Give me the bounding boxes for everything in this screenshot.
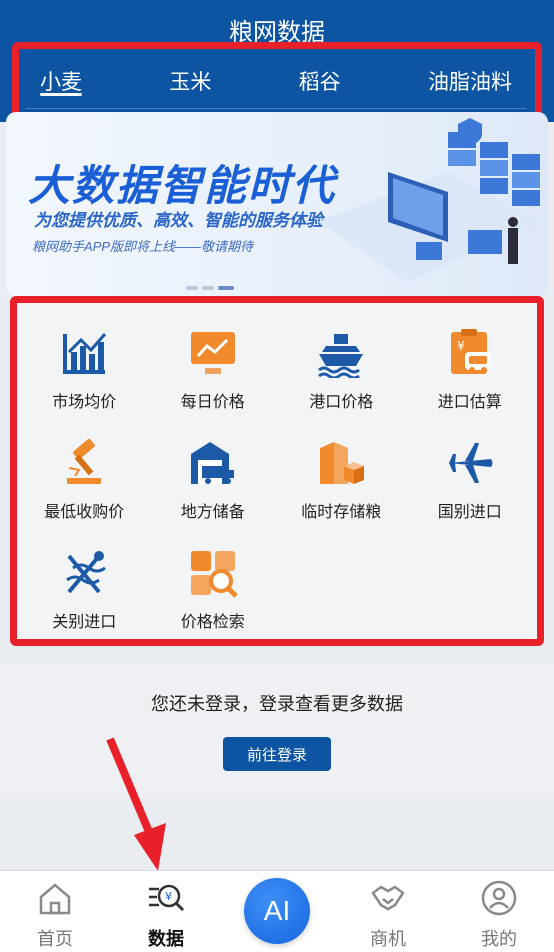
- menu-market-average-price[interactable]: 市场均价: [20, 316, 149, 426]
- banner-dot-active[interactable]: [218, 286, 234, 290]
- menu-import-estimate[interactable]: ¥ 进口估算: [406, 316, 535, 426]
- storage-box-icon: [320, 442, 365, 484]
- airplane-icon: [448, 443, 493, 483]
- login-prompt-text: 您还未登录，登录查看更多数据: [151, 694, 403, 714]
- go-login-button[interactable]: 前往登录: [223, 737, 331, 771]
- menu-label: 每日价格: [180, 394, 245, 411]
- login-prompt-area: [0, 664, 554, 798]
- menu-import-by-country[interactable]: 国别进口: [406, 426, 535, 536]
- tab-corn[interactable]: 玉米: [169, 54, 211, 110]
- menu-price-search[interactable]: 价格检索: [149, 536, 278, 646]
- banner-pagination[interactable]: [186, 286, 234, 290]
- tab-wheat[interactable]: 小麦: [40, 54, 82, 110]
- svg-text:¥: ¥: [457, 339, 465, 353]
- menu-label: 价格检索: [180, 614, 245, 631]
- banner-headline: 大数据智能时代: [28, 162, 337, 209]
- promo-banner[interactable]: 大数据智能时代 为您提供优质、高效、智能的服务体验 粮网助手APP版即将上线——…: [6, 112, 548, 296]
- ai-assistant-button[interactable]: AI: [244, 878, 310, 944]
- menu-temporary-storage-grain[interactable]: 临时存储粮: [277, 426, 406, 536]
- nav-label: 我的: [481, 929, 517, 949]
- nav-label: 商机: [370, 929, 406, 949]
- menu-label: 国别进口: [437, 504, 502, 521]
- nav-data[interactable]: ¥ 数据: [111, 871, 221, 952]
- nav-home[interactable]: 首页: [0, 871, 110, 952]
- tab-oilseeds[interactable]: 油脂油料: [428, 54, 512, 110]
- menu-import-by-customs[interactable]: 关别进口: [20, 536, 149, 646]
- menu-label: 临时存储粮: [301, 504, 382, 521]
- tabs-divider: [26, 108, 526, 109]
- nav-profile[interactable]: 我的: [444, 871, 554, 952]
- nav-label: 数据: [148, 929, 184, 949]
- user-icon: [481, 880, 517, 916]
- menu-port-price[interactable]: 港口价格: [277, 316, 406, 426]
- handshake-icon: [371, 885, 405, 911]
- menu-label: 最低收购价: [44, 504, 125, 521]
- search-grid-icon: [190, 551, 238, 598]
- menu-label: 港口价格: [309, 394, 374, 411]
- calculator-icon: ¥: [450, 329, 491, 374]
- ai-icon: AI: [263, 895, 291, 926]
- bar-chart-icon: [63, 333, 107, 374]
- home-icon: [39, 883, 71, 915]
- warehouse-truck-icon: [190, 442, 234, 484]
- category-tabs: 小麦 玉米 稻谷 油脂油料: [26, 54, 526, 110]
- banner-dot[interactable]: [186, 286, 198, 290]
- nav-business[interactable]: 商机: [333, 871, 443, 952]
- ship-icon: [318, 334, 364, 378]
- menu-label: 市场均价: [52, 394, 117, 411]
- gavel-icon: [67, 438, 102, 484]
- data-search-icon: ¥: [149, 884, 185, 912]
- menu-local-reserve[interactable]: 地方储备: [149, 426, 278, 536]
- page-title: 粮网数据: [229, 19, 325, 46]
- menu-label: 关别进口: [52, 614, 117, 631]
- banner-dot[interactable]: [202, 286, 214, 290]
- banner-note: 粮网助手APP版即将上线——敬请期待: [32, 239, 254, 254]
- data-menu-grid: 市场均价 每日价格 港口价格 ¥ 进口估算 最低收购价 地方储备 临时存储粮 国…: [20, 316, 534, 646]
- svg-text:¥: ¥: [165, 890, 172, 903]
- monitor-chart-icon: [190, 332, 235, 374]
- menu-label: 进口估算: [437, 394, 502, 411]
- nav-label: 首页: [37, 929, 73, 949]
- banner-subtitle: 为您提供优质、高效、智能的服务体验: [34, 211, 323, 230]
- caduceus-icon: [66, 551, 107, 594]
- menu-label: 地方储备: [180, 504, 245, 521]
- datacenter-illustration: [318, 118, 540, 282]
- tab-rice[interactable]: 稻谷: [299, 54, 341, 110]
- menu-minimum-purchase-price[interactable]: 最低收购价: [20, 426, 149, 536]
- menu-daily-price[interactable]: 每日价格: [149, 316, 278, 426]
